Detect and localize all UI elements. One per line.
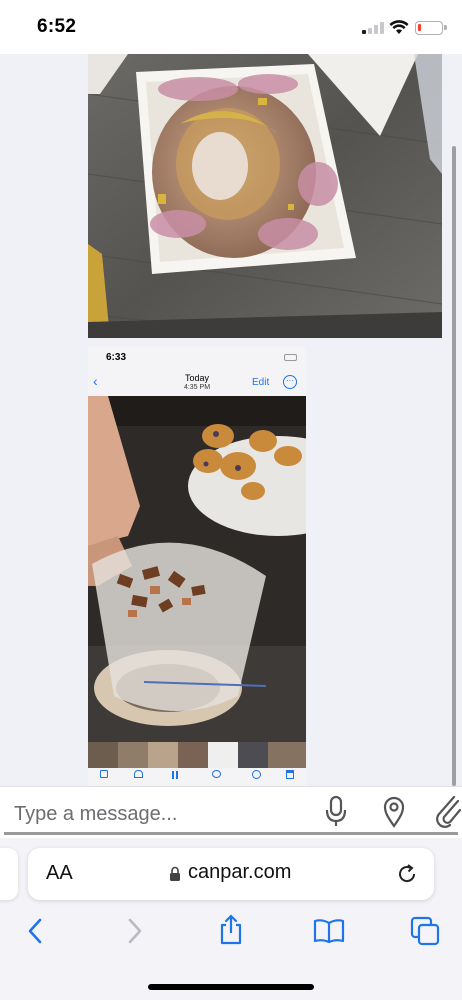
url-domain: canpar.com [188, 861, 292, 883]
forward-icon[interactable] [126, 918, 144, 944]
wifi-icon [389, 20, 409, 34]
lock-icon [170, 866, 180, 881]
screenshot-header: ‹ Today 4:35 PM Edit ··· [88, 370, 306, 396]
microphone-icon[interactable] [324, 795, 348, 829]
screenshot-attachment[interactable]: 6:33 ‹ Today 4:35 PM Edit ··· [88, 346, 306, 786]
cellular-signal-icon [362, 22, 384, 34]
photo-attachment-cake-box[interactable] [88, 54, 442, 338]
message-placeholder: Type a message... [14, 803, 178, 825]
screenshot-header-title: Today [184, 373, 210, 383]
cake-box-photo [88, 54, 442, 338]
reload-icon[interactable] [396, 863, 418, 885]
address-bar[interactable]: AA canpar.com [28, 848, 434, 900]
screenshot-battery-icon [284, 354, 297, 361]
screenshot-status-time: 6:33 [106, 352, 127, 363]
message-thread[interactable]: 6:33 ‹ Today 4:35 PM Edit ··· [0, 54, 462, 786]
bookmarks-icon[interactable] [313, 918, 345, 944]
screenshot-header-subtitle: 4:35 PM [183, 384, 211, 391]
status-time: 6:52 [37, 16, 77, 37]
home-indicator [148, 984, 314, 990]
location-pin-icon[interactable] [382, 795, 406, 829]
back-icon[interactable] [26, 918, 44, 944]
text-size-button[interactable]: AA [46, 862, 73, 885]
share-icon[interactable] [218, 914, 244, 946]
screenshot-status-bar: 6:33 [88, 346, 306, 370]
screenshot-thumbnail-strip [88, 742, 306, 768]
chocolate-cup-photo [88, 396, 306, 742]
tabs-icon[interactable] [410, 916, 440, 946]
battery-level [418, 24, 421, 31]
paperclip-icon[interactable] [436, 795, 462, 829]
status-bar: 6:52 [0, 0, 462, 54]
screenshot-more-icon: ··· [283, 375, 297, 389]
browser-chrome: AA canpar.com [0, 838, 462, 1000]
scrollbar-thumb[interactable] [452, 146, 456, 786]
battery-icon [415, 21, 447, 35]
message-composer: Type a message... [0, 786, 462, 838]
screenshot-edit-link: Edit [252, 377, 270, 388]
screenshot-bottom-toolbar [88, 768, 306, 786]
previous-tab-card[interactable] [0, 848, 18, 900]
